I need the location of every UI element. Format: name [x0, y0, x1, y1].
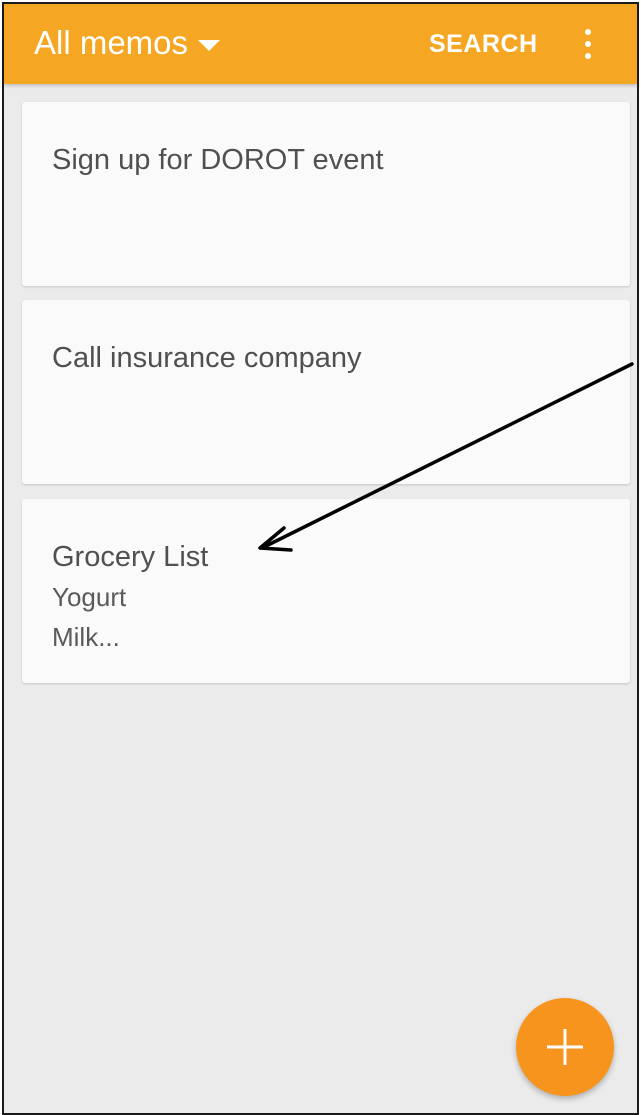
memo-card[interactable]: Sign up for DOROT event	[22, 102, 630, 286]
plus-icon	[547, 1029, 583, 1065]
caret-down-icon	[198, 39, 221, 51]
memo-preview-line: Milk...	[52, 622, 120, 652]
memo-title: Sign up for DOROT event	[52, 144, 384, 176]
memo-title: Grocery List	[52, 541, 209, 573]
search-button[interactable]: SEARCH	[429, 28, 538, 60]
more-vertical-icon-dot	[585, 53, 591, 59]
add-memo-button[interactable]	[516, 998, 614, 1096]
more-options-button[interactable]	[576, 26, 600, 62]
memo-card[interactable]: Call insurance company	[22, 300, 630, 484]
app-title: All memos	[34, 24, 189, 61]
more-vertical-icon	[585, 29, 591, 35]
memo-filter-dropdown[interactable]: All memos	[34, 23, 221, 63]
memo-title: Call insurance company	[52, 342, 362, 374]
memo-card[interactable]: Grocery List Yogurt Milk...	[22, 499, 630, 683]
more-vertical-icon-dot	[585, 41, 591, 47]
phone-screen: All memos SEARCH Sign up for DOROT event…	[2, 2, 639, 1115]
app-bar: All memos SEARCH	[4, 4, 637, 84]
memo-preview-line: Yogurt	[52, 582, 127, 612]
